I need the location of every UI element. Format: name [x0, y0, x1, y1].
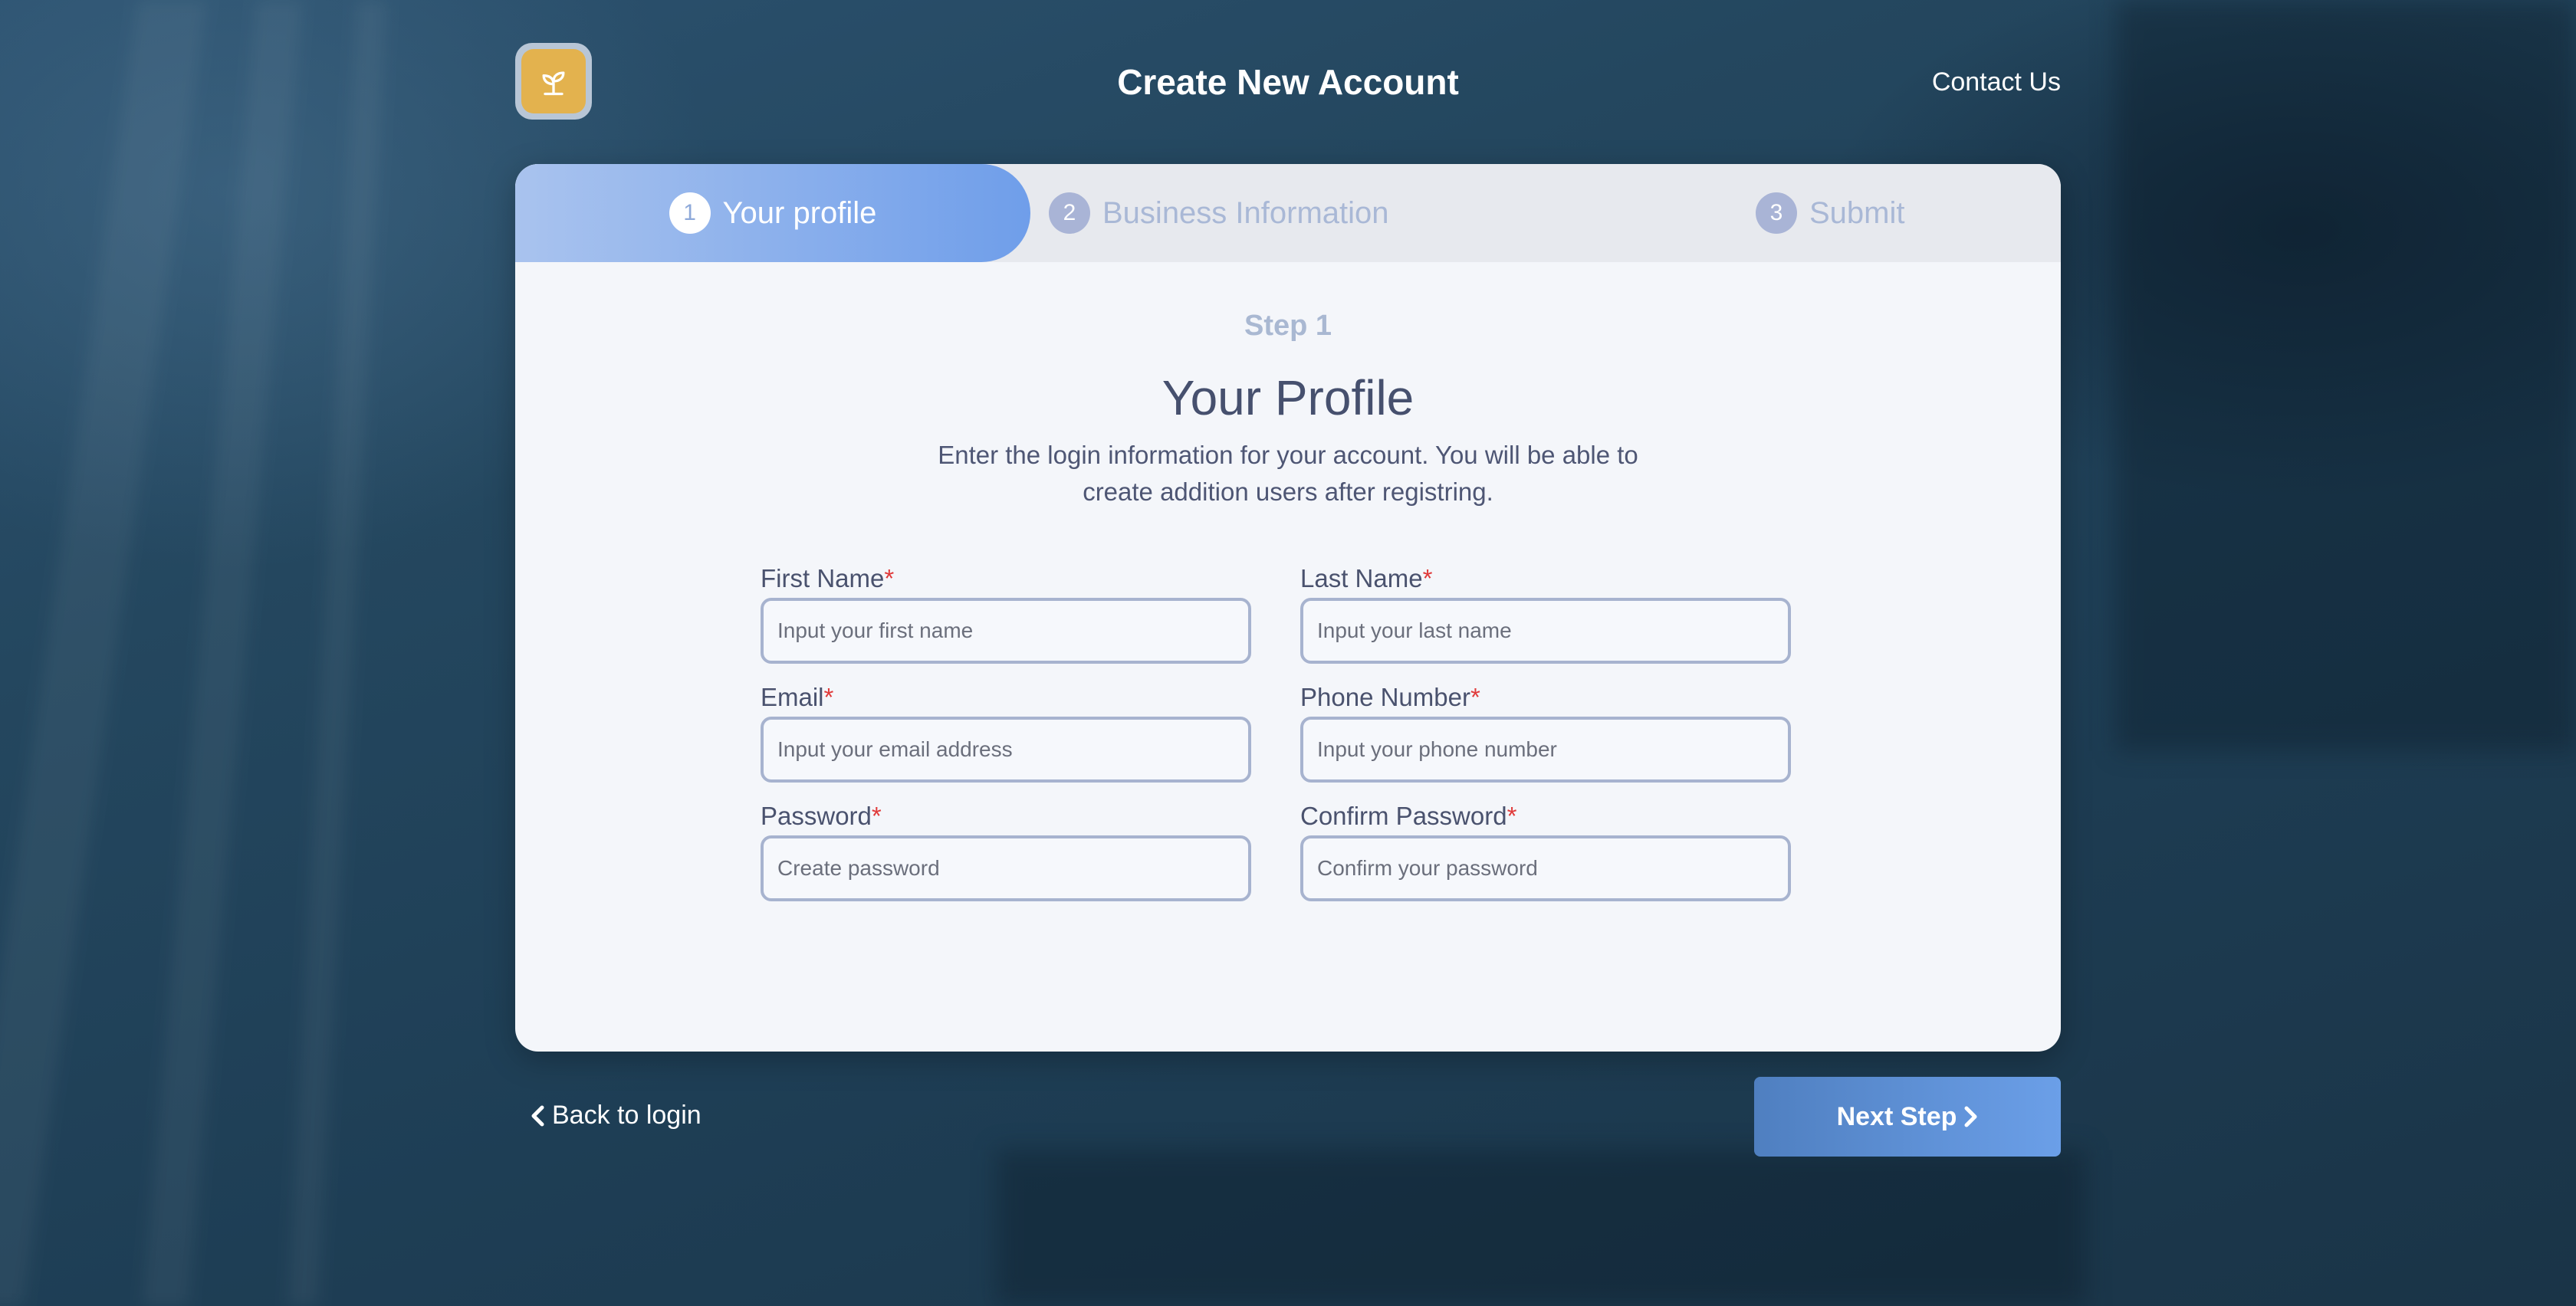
last-name-input[interactable] — [1300, 598, 1791, 664]
confirm-password-label: Confirm Password* — [1300, 802, 1517, 830]
step-number: 3 — [1756, 192, 1797, 234]
chevron-right-icon — [1964, 1106, 1977, 1127]
email-field: Email* — [761, 681, 1251, 783]
registration-card: 1 Your profile 2 Business Information 3 … — [515, 164, 2061, 1052]
required-marker: * — [1422, 564, 1433, 592]
password-label: Password* — [761, 802, 882, 830]
header: Create New Account Contact Us — [515, 43, 2061, 120]
next-step-button[interactable]: Next Step — [1754, 1077, 2061, 1157]
step-submit[interactable]: 3 Submit — [515, 164, 2061, 262]
email-label: Email* — [761, 683, 834, 711]
required-marker: * — [1506, 802, 1517, 830]
back-to-login-link[interactable]: Back to login — [531, 1101, 702, 1130]
first-name-input[interactable] — [761, 598, 1251, 664]
chevron-left-icon — [531, 1105, 544, 1126]
required-marker: * — [871, 802, 882, 830]
confirm-password-field: Confirm Password* — [1300, 800, 1791, 901]
phone-number-field: Phone Number* — [1300, 681, 1791, 783]
password-field: Password* — [761, 800, 1251, 901]
confirm-password-input[interactable] — [1300, 835, 1791, 901]
back-to-login-label: Back to login — [552, 1101, 702, 1130]
phone-number-input[interactable] — [1300, 717, 1791, 783]
phone-number-label: Phone Number* — [1300, 683, 1480, 711]
last-name-label: Last Name* — [1300, 564, 1433, 592]
required-marker: * — [823, 683, 834, 711]
form-description: Enter the login information for your acc… — [938, 441, 1638, 506]
next-step-label: Next Step — [1836, 1101, 1957, 1131]
step-label: Submit — [1809, 195, 1905, 230]
required-marker: * — [1470, 683, 1480, 711]
contact-us-link[interactable]: Contact Us — [1932, 67, 2061, 97]
first-name-label: First Name* — [761, 564, 895, 592]
password-input[interactable] — [761, 835, 1251, 901]
first-name-field: First Name* — [761, 563, 1251, 664]
step-indicator: Step 1 — [1244, 310, 1332, 342]
page-title: Create New Account — [1117, 62, 1459, 102]
form-heading: Your Profile — [1162, 370, 1414, 425]
stepper: 1 Your profile 2 Business Information 3 … — [515, 164, 2061, 262]
last-name-field: Last Name* — [1300, 563, 1791, 664]
required-marker: * — [884, 564, 895, 592]
email-input[interactable] — [761, 717, 1251, 783]
